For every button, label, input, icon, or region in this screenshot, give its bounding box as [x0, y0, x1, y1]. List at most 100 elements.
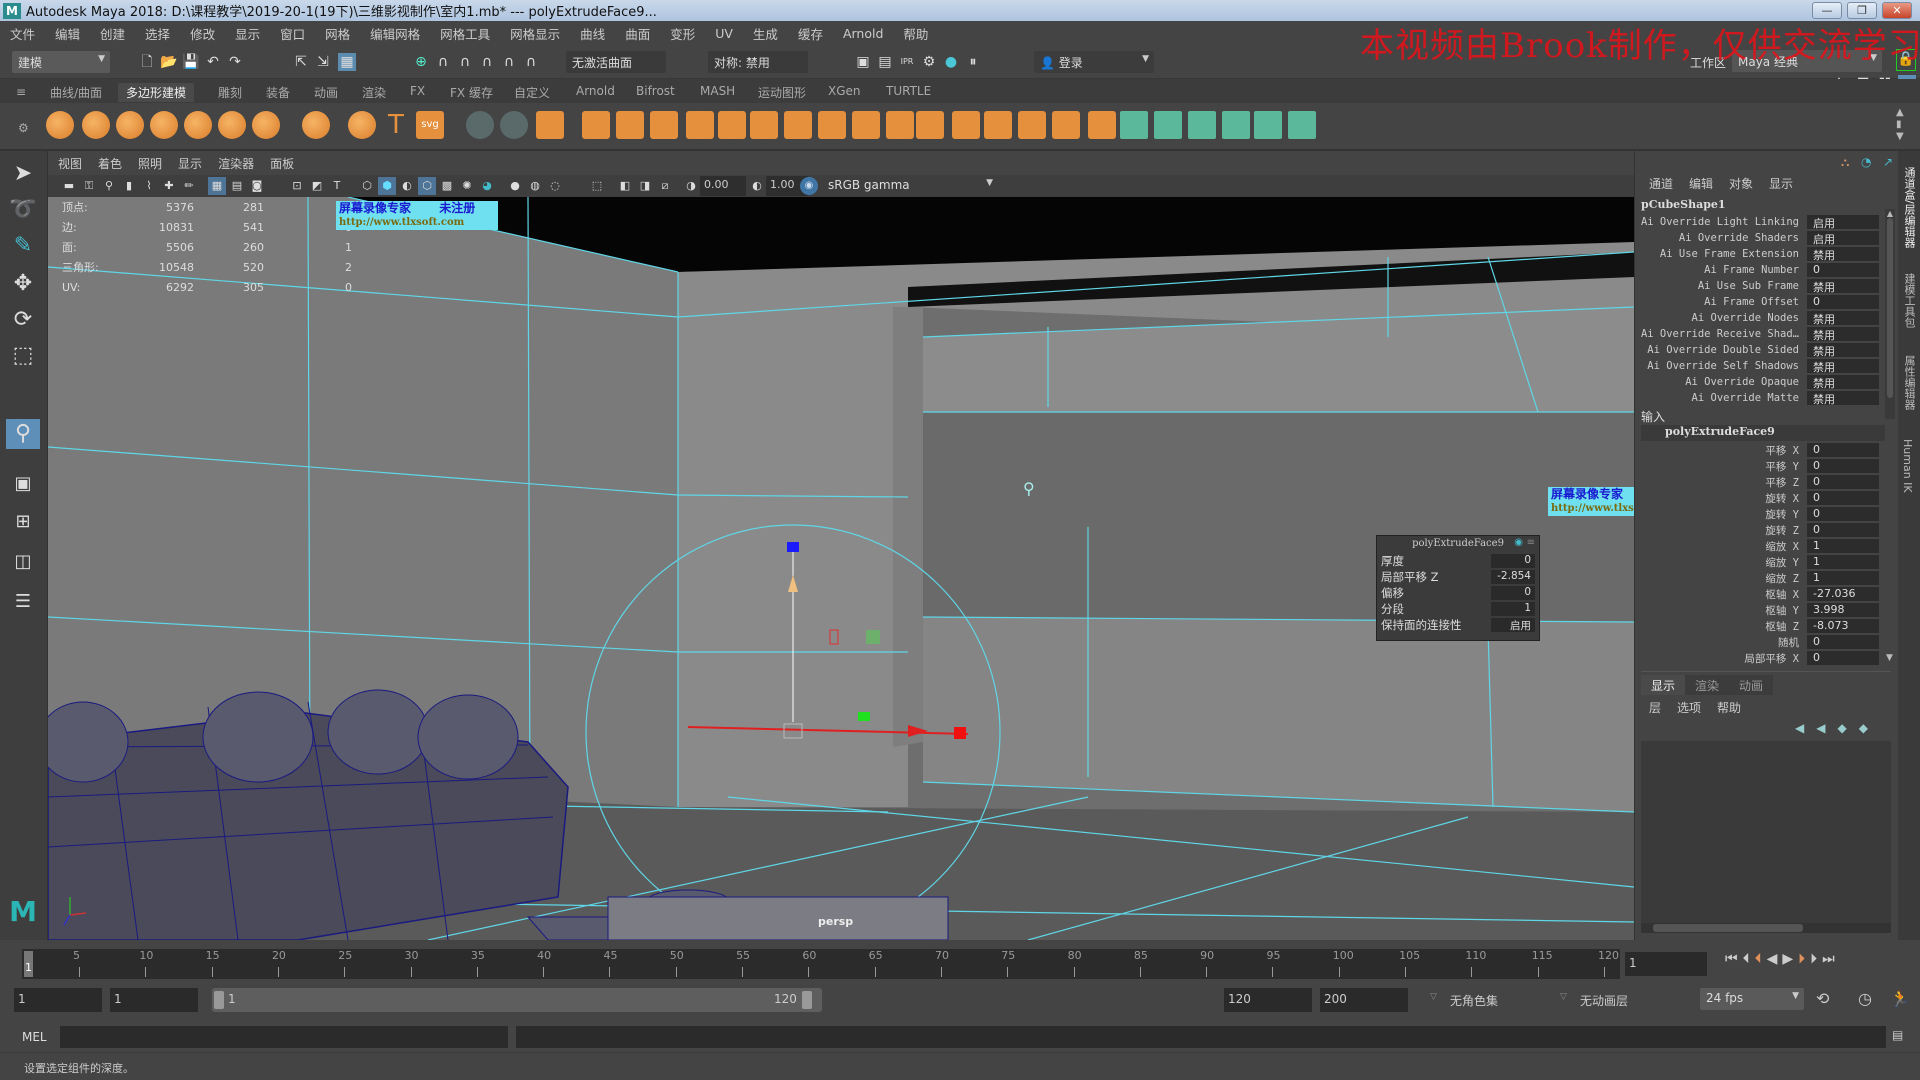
channel-value[interactable]: 禁用 — [1807, 358, 1879, 374]
symmetry-field[interactable]: 对称: 禁用 — [708, 51, 808, 73]
shelf-tab[interactable]: 渲染 — [354, 83, 394, 102]
svg-icon[interactable]: svg — [416, 111, 444, 139]
channel-value[interactable]: 0 — [1807, 650, 1879, 666]
step-forward-frame-icon[interactable]: ⏵ — [1810, 951, 1817, 967]
snap-curve-icon[interactable]: ∩ — [434, 53, 452, 71]
menu-item[interactable]: UV — [715, 26, 733, 41]
channel-label[interactable]: Ai Override Matte — [1635, 392, 1807, 404]
character-set-label[interactable]: 无角色集 — [1450, 992, 1498, 1009]
shelf-tab[interactable]: 自定义 — [506, 83, 558, 102]
time-ruler[interactable]: 1 5 10 15 20 25 30 35 40 45 50 55 60 65 70 75 80 85 90 95 1… — [22, 949, 1620, 979]
shelf-tab[interactable]: 装备 — [258, 83, 298, 102]
auto-key-icon[interactable]: ◷ — [1858, 989, 1872, 1008]
menu-item[interactable]: 网格显示 — [510, 24, 560, 43]
step-back-frame-icon[interactable]: ⏴ — [1743, 951, 1750, 967]
channel-label[interactable]: 枢轴 Y — [1635, 603, 1807, 618]
fill-hole-icon[interactable] — [984, 111, 1012, 139]
wireframe-on-shaded-icon[interactable]: ⬡ — [418, 177, 436, 195]
menu-item[interactable]: 修改 — [190, 24, 215, 43]
range-end-handle[interactable] — [802, 991, 812, 1009]
grease-pencil-icon[interactable]: ✏ — [180, 177, 198, 195]
quad-draw-icon[interactable] — [916, 111, 944, 139]
playback-start-field[interactable]: 1 — [110, 988, 198, 1012]
channel-label[interactable]: 旋转 Z — [1635, 523, 1807, 538]
menu-item[interactable]: 变形 — [670, 24, 695, 43]
viewport-menu-item[interactable]: 着色 — [98, 155, 122, 172]
channel-row[interactable]: Ai Override Matte 禁用 — [1635, 390, 1885, 406]
shelf-tab[interactable]: Arnold — [568, 83, 623, 99]
gamma-icon[interactable]: ◐ — [748, 177, 766, 195]
channel-row[interactable]: Ai Use Sub Frame 禁用 — [1635, 278, 1885, 294]
bookmark-icon[interactable]: ▮ — [120, 177, 138, 195]
channel-label[interactable]: Ai Frame Number — [1635, 264, 1807, 276]
minimize-button[interactable]: — — [1812, 2, 1842, 19]
channel-row[interactable]: 旋转 Y0 — [1635, 506, 1885, 522]
viewport-menu-item[interactable]: 视图 — [58, 155, 82, 172]
viewport-menu-item[interactable]: 显示 — [178, 155, 202, 172]
channel-value[interactable]: 1 — [1807, 570, 1879, 586]
channel-value[interactable]: 0 — [1807, 490, 1879, 506]
command-input[interactable] — [60, 1026, 508, 1048]
move-layer-up-icon[interactable]: ◀ — [1795, 721, 1804, 735]
login-dropdown[interactable]: 👤 登录 ▼ — [1034, 51, 1154, 73]
shelf-tab[interactable]: TURTLE — [878, 83, 939, 99]
poly-sphere-icon[interactable] — [46, 111, 74, 139]
channel-value[interactable]: 0 — [1807, 474, 1879, 490]
menu-item[interactable]: 曲线 — [580, 24, 605, 43]
channel-row[interactable]: 缩放 Z1 — [1635, 570, 1885, 586]
play-forward-icon[interactable]: ▶ — [1782, 951, 1793, 967]
2d-pan-zoom-icon[interactable]: ✚ — [160, 177, 178, 195]
uv-auto-icon[interactable] — [1154, 111, 1182, 139]
rotate-tool-icon[interactable]: ⟳ — [8, 305, 38, 335]
side-tab[interactable]: 通道盒/层编辑器 — [1901, 167, 1917, 248]
anim-prefs-icon[interactable]: 🏃 — [1890, 989, 1910, 1008]
layer-hscrollbar[interactable] — [1641, 923, 1891, 933]
layer-menu-item[interactable]: 帮助 — [1717, 699, 1741, 716]
shelf-tab[interactable]: 动画 — [306, 83, 346, 102]
super-shape-icon[interactable] — [348, 111, 376, 139]
render-settings-icon[interactable]: ⚙ — [920, 53, 938, 71]
scroll-down-icon[interactable]: ▼ — [1886, 653, 1893, 663]
step-forward-key-icon[interactable]: ⏵ — [1798, 951, 1805, 967]
channel-row[interactable]: Ai Frame Offset 0 — [1635, 294, 1885, 310]
shelf-tab[interactable]: FX 缓存 — [442, 83, 501, 102]
shelf-tab[interactable]: Bifrost — [628, 83, 683, 99]
channel-label[interactable]: 缩放 Y — [1635, 555, 1807, 570]
channel-value[interactable]: 启用 — [1807, 230, 1879, 246]
side-tab[interactable]: 建模工具包 — [1901, 273, 1917, 328]
single-perspective-layout-icon[interactable]: ▣ — [8, 469, 38, 499]
channel-value[interactable]: 0 — [1807, 634, 1879, 650]
snap-pivot-icon[interactable]: ∩ — [522, 53, 540, 71]
channel-row[interactable]: Ai Override Receive Shad… 禁用 — [1635, 326, 1885, 342]
camera-lock-icon[interactable]: ⚿ — [80, 177, 98, 195]
poly-cylinder-icon[interactable] — [116, 111, 144, 139]
live-surface-field[interactable]: 无激活曲面 — [566, 51, 666, 73]
node-icon[interactable]: ◉ — [1514, 537, 1523, 548]
channel-value[interactable]: 禁用 — [1807, 278, 1879, 294]
view-transform-dropdown[interactable]: sRGB gamma ▼ — [822, 175, 998, 197]
animation-start-field[interactable]: 1 — [14, 988, 102, 1012]
channel-value[interactable]: 禁用 — [1807, 310, 1879, 326]
select-component-icon[interactable]: ▦ — [338, 53, 356, 71]
antialiasing-icon[interactable]: ◌ — [546, 177, 564, 195]
extrude-icon[interactable] — [818, 111, 846, 139]
snap-grid-icon[interactable]: ⊕ — [412, 53, 430, 71]
make-hole-icon[interactable] — [1018, 111, 1046, 139]
shelf-settings-icon[interactable]: ⚙ — [18, 121, 29, 135]
shelf-tab[interactable]: 曲线/曲面 — [42, 83, 110, 102]
channel-value[interactable]: -8.073 — [1807, 618, 1879, 634]
shelf-tab[interactable]: 雕刻 — [210, 83, 250, 102]
new-empty-layer-icon[interactable]: ◆ — [1837, 721, 1846, 735]
channel-row[interactable]: Ai Frame Number 0 — [1635, 262, 1885, 278]
channel-row[interactable]: 随机 0 — [1635, 634, 1885, 650]
motion-blur-icon[interactable]: ◍ — [526, 177, 544, 195]
channel-label[interactable]: 平移 Z — [1635, 475, 1807, 490]
menu-item[interactable]: 缓存 — [798, 24, 823, 43]
camera-attr-icon[interactable]: ⚲ — [100, 177, 118, 195]
outliner-layout-icon[interactable]: ☰ — [8, 587, 38, 617]
channel-box-sync-icon[interactable]: ◔ — [1861, 155, 1871, 169]
layer-menu-item[interactable]: 层 — [1649, 699, 1661, 716]
menu-item[interactable]: 创建 — [100, 24, 125, 43]
append-icon[interactable] — [952, 111, 980, 139]
type-icon[interactable]: T — [382, 111, 410, 139]
